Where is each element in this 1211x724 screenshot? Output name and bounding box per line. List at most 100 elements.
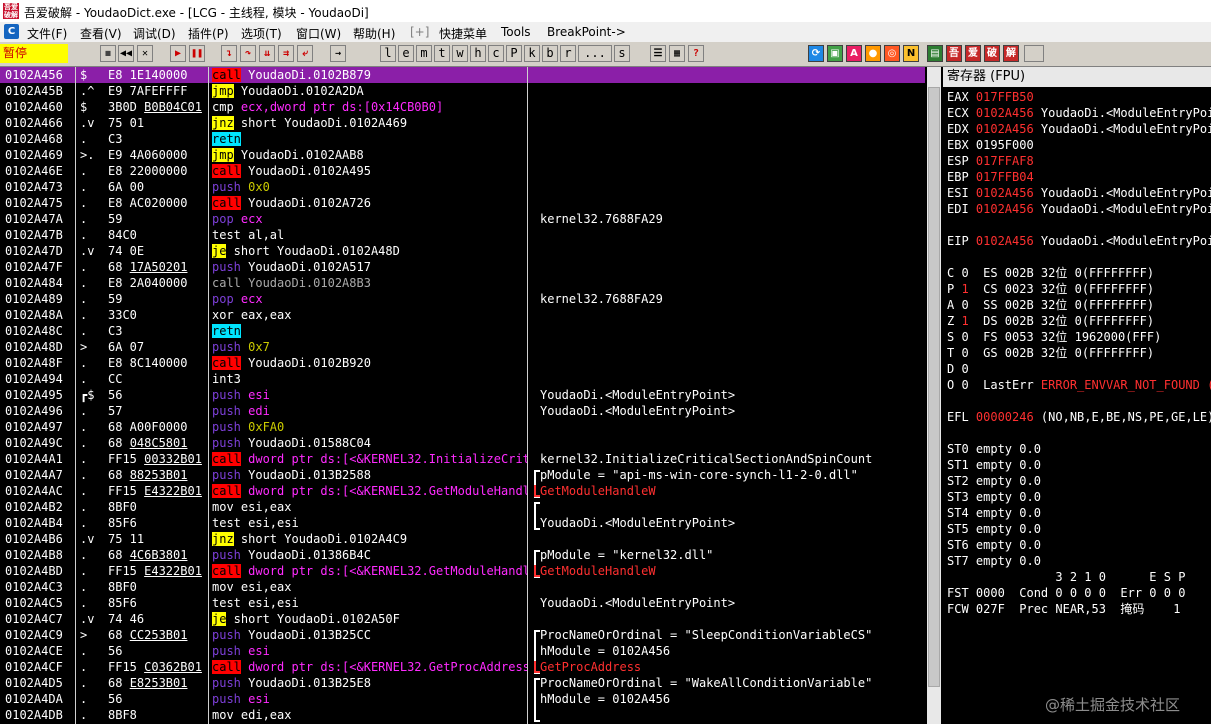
rewind-icon[interactable]: ◀◀ xyxy=(118,45,134,62)
run-icon[interactable]: ▶ xyxy=(170,45,186,62)
tb-jie-button[interactable]: 解 xyxy=(1003,45,1019,62)
register-line[interactable]: ST1 empty 0.0 xyxy=(947,457,1041,473)
register-line[interactable]: EBP 017FFB04 xyxy=(947,169,1034,185)
disasm-row[interactable]: 0102A46E. E8 22000000 call YoudaoDi.0102A4… xyxy=(0,163,925,179)
register-line[interactable]: ECX 0102A456 YoudaoDi.<ModuleEntryPoint> xyxy=(947,105,1211,121)
goto-icon[interactable]: → xyxy=(330,45,346,62)
disasm-row[interactable]: 0102A4B2. 8BF0 mov esi,eax xyxy=(0,499,925,515)
disasm-row[interactable]: 0102A4CF. FF15 C0362B01 call dword ptr ds:… xyxy=(0,659,925,675)
record-icon[interactable]: ● xyxy=(865,45,881,62)
disasm-row[interactable]: 0102A4BD. FF15 E4322B01 call dword ptr ds:… xyxy=(0,563,925,579)
disasm-row[interactable]: 0102A4C5. 85F6 test esi,esi YoudaoDi.<Modul… xyxy=(0,595,925,611)
disasm-row[interactable]: 0102A4DA. 56 push esi hModule = 0102A456 xyxy=(0,691,925,707)
grid-icon[interactable]: ▦ xyxy=(669,45,685,62)
disasm-row[interactable]: 0102A48C. C3 retn xyxy=(0,323,925,339)
disasm-row[interactable]: 0102A47B. 84C0 test al,al xyxy=(0,227,925,243)
register-line[interactable]: ST5 empty 0.0 xyxy=(947,521,1041,537)
register-line[interactable]: EAX 017FFB50 xyxy=(947,89,1034,105)
register-line[interactable]: ST2 empty 0.0 xyxy=(947,473,1041,489)
menu-shortcut[interactable]: 快捷菜单 xyxy=(439,25,487,42)
tb-threads[interactable]: t xyxy=(434,45,450,62)
register-line[interactable]: C 0 ES 002B 32位 0(FFFFFFFF) xyxy=(947,265,1154,281)
tb-exec-modules[interactable]: e xyxy=(398,45,414,62)
tb-a-button[interactable]: A xyxy=(846,45,862,62)
refresh-icon[interactable]: ⟳ xyxy=(808,45,824,62)
disasm-row[interactable]: 0102A468. C3 retn xyxy=(0,131,925,147)
disasm-row[interactable]: 0102A469 >. E9 4A060000 jmp YoudaoDi.0102AA… xyxy=(0,147,925,163)
scrollbar-thumb[interactable] xyxy=(928,87,940,687)
register-line[interactable]: EDI 0102A456 YoudaoDi.<ModuleEntryPoint> xyxy=(947,201,1211,217)
register-line[interactable]: P 1 CS 0023 32位 0(FFFFFFFF) xyxy=(947,281,1154,297)
disasm-row[interactable]: 0102A4CE. 56 push esi hModule = 0102A456 xyxy=(0,643,925,659)
register-line[interactable]: ESI 0102A456 YoudaoDi.<ModuleEntryPoint> xyxy=(947,185,1211,201)
disassembly-pane[interactable]: 0102A456 $ E8 1E140000 call YoudaoDi.0102B8… xyxy=(0,67,925,724)
disasm-row[interactable]: 0102A48F. E8 8C140000 call YoudaoDi.0102B9… xyxy=(0,355,925,371)
disasm-row[interactable]: 0102A4DB. 8BF8 mov edi,eax xyxy=(0,707,925,723)
tb-po-button[interactable]: 破 xyxy=(984,45,1000,62)
tb-stack[interactable]: k xyxy=(524,45,540,62)
menu-add[interactable]: [+] xyxy=(410,25,429,39)
disassembly-scrollbar[interactable] xyxy=(927,67,941,724)
menu-view[interactable]: 查看(V) xyxy=(80,25,122,42)
disasm-row[interactable]: 0102A496. 57 push edi YoudaoDi.<ModuleEntry… xyxy=(0,403,925,419)
list-icon[interactable]: ☰ xyxy=(650,45,666,62)
disasm-row[interactable]: 0102A47A. 59 pop ecx kernel32.7688FA29 xyxy=(0,211,925,227)
disasm-row[interactable]: 0102A4D5. 68 E8253B01 push YoudaoDi.013B25… xyxy=(0,675,925,691)
help-icon[interactable]: ? xyxy=(688,45,704,62)
execute-till-return-icon[interactable]: ⤶ xyxy=(297,45,313,62)
register-line[interactable]: EBX 0195F000 xyxy=(947,137,1034,153)
disasm-row[interactable]: 0102A47F. 68 17A50201 push YoudaoDi.0102A5… xyxy=(0,259,925,275)
disasm-row[interactable]: 0102A4C9 >68 CC253B01 push YoudaoDi.013B25… xyxy=(0,627,925,643)
trace-into-icon[interactable]: ⇊ xyxy=(259,45,275,62)
disasm-row[interactable]: 0102A473. 6A 00 push 0x0 xyxy=(0,179,925,195)
register-line[interactable]: ST7 empty 0.0 xyxy=(947,553,1041,569)
register-line[interactable]: T 0 GS 002B 32位 0(FFFFFFFF) xyxy=(947,345,1154,361)
disasm-row[interactable]: 0102A4B8. 68 4C6B3801 push YoudaoDi.01386B… xyxy=(0,547,925,563)
register-line[interactable]: S 0 FS 0053 32位 1962000(FFF) xyxy=(947,329,1161,345)
menu-window[interactable]: 窗口(W) xyxy=(296,25,341,42)
menu-file[interactable]: 文件(F) xyxy=(27,25,67,42)
register-line[interactable]: ST3 empty 0.0 xyxy=(947,489,1041,505)
menu-breakpoint[interactable]: BreakPoint-> xyxy=(547,25,626,39)
register-line[interactable]: ST0 empty 0.0 xyxy=(947,441,1041,457)
register-line[interactable]: EDX 0102A456 YoudaoDi.<ModuleEntryPoint> xyxy=(947,121,1211,137)
registers-pane[interactable]: 寄存器 (FPU) EAX 017FFB50 ECX 0102A456 Youda… xyxy=(943,67,1211,724)
register-line[interactable]: O 0 LastErr ERROR_ENVVAR_NOT_FOUND (0000… xyxy=(947,377,1211,393)
menu-options[interactable]: 选项(T) xyxy=(241,25,282,42)
register-line[interactable]: Z 1 DS 002B 32位 0(FFFFFFFF) xyxy=(947,313,1154,329)
menu-debug[interactable]: 调试(D) xyxy=(133,25,176,42)
tb-source[interactable]: s xyxy=(614,45,630,62)
tb-handles[interactable]: h xyxy=(470,45,486,62)
disasm-row[interactable]: 0102A495 ┏$ 56 push esi YoudaoDi.<ModuleEntr… xyxy=(0,387,925,403)
disasm-row[interactable]: 0102A497. 68 A00F0000 push 0xFA0 xyxy=(0,419,925,435)
disasm-row[interactable]: 0102A456 $ E8 1E140000 call YoudaoDi.0102B8… xyxy=(0,67,925,83)
close-icon[interactable]: ✕ xyxy=(137,45,153,62)
register-line[interactable]: EFL 00000246 (NO,NB,E,BE,NS,PE,GE,LE) xyxy=(947,409,1211,425)
disasm-row[interactable]: 0102A49C. 68 048C5801 push YoudaoDi.01588C… xyxy=(0,435,925,451)
tb-blank[interactable] xyxy=(1024,45,1044,62)
register-line[interactable]: FCW 027F Prec NEAR,53 掩码 1 xyxy=(947,601,1181,617)
tb-ai-button[interactable]: 爱 xyxy=(965,45,981,62)
disasm-row[interactable]: 0102A4B6 .v 75 11 jnz short YoudaoDi.0102A4… xyxy=(0,531,925,547)
app-menu-icon[interactable]: C xyxy=(4,24,19,39)
disasm-row[interactable]: 0102A484. E8 2A040000 call YoudaoDi.0102A8… xyxy=(0,275,925,291)
register-line[interactable]: FST 0000 Cond 0 0 0 0 Err 0 0 0 xyxy=(947,585,1185,601)
tb-wu-button[interactable]: 吾 xyxy=(946,45,962,62)
open-icon[interactable]: ◼ xyxy=(100,45,116,62)
disasm-row[interactable]: 0102A48D >6A 07 push 0x7 xyxy=(0,339,925,355)
disasm-row[interactable]: 0102A466 .v 75 01 jnz short YoudaoDi.0102A4… xyxy=(0,115,925,131)
tb-memory[interactable]: m xyxy=(416,45,432,62)
tb-breakpoints[interactable]: b xyxy=(542,45,558,62)
disasm-row[interactable]: 0102A460 $3B0D B0B04C01 cmp ecx,dword ptr … xyxy=(0,99,925,115)
window-icon[interactable]: ▤ xyxy=(927,45,943,62)
disasm-row[interactable]: 0102A475. E8 AC020000 call YoudaoDi.0102A7… xyxy=(0,195,925,211)
register-line[interactable]: ESP 017FFAF8 xyxy=(947,153,1034,169)
register-line[interactable]: ST6 empty 0.0 xyxy=(947,537,1041,553)
menu-plugins[interactable]: 插件(P) xyxy=(188,25,229,42)
tb-windows[interactable]: w xyxy=(452,45,468,62)
disasm-row[interactable]: 0102A4C7 .v 74 46 je short YoudaoDi.0102A50… xyxy=(0,611,925,627)
tb-run-trace[interactable]: ... xyxy=(578,45,612,62)
menu-help[interactable]: 帮助(H) xyxy=(353,25,395,42)
plugin-icon[interactable]: ▣ xyxy=(827,45,843,62)
tb-references[interactable]: r xyxy=(560,45,576,62)
